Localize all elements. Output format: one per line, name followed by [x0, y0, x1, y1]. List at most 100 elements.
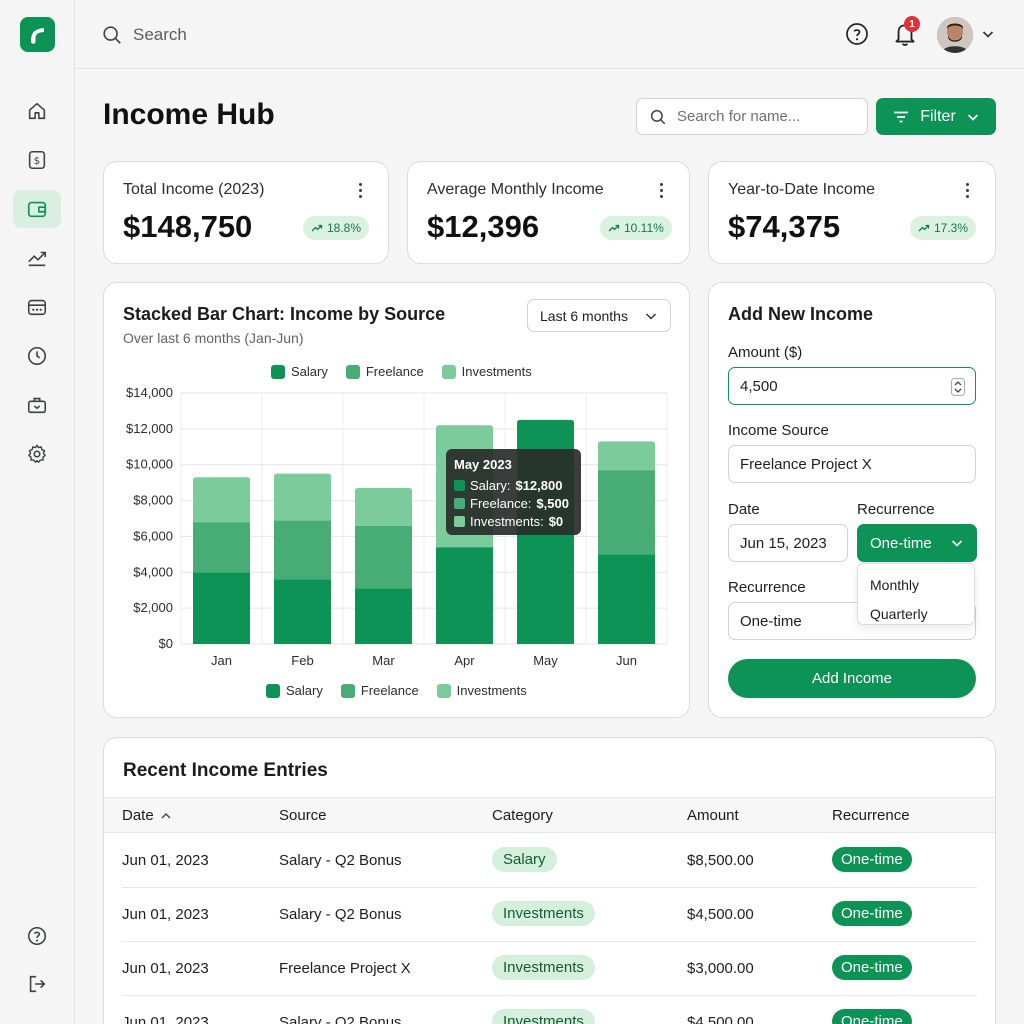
more-vertical-icon[interactable]: [651, 180, 671, 200]
source-label: Income Source: [728, 422, 829, 439]
notification-badge: 1: [904, 16, 920, 32]
tooltip-row-investments: Investments: $0: [454, 512, 573, 530]
page-title: Income Hub: [103, 98, 275, 131]
stat-card-average: Average Monthly Income $12,396 10.11%: [407, 161, 690, 264]
column-header-date[interactable]: Date: [122, 807, 172, 824]
wallet-icon: [27, 201, 47, 218]
bar-segment-freelance: [598, 470, 655, 555]
nav-income[interactable]: $: [13, 141, 61, 179]
nav-calendar[interactable]: [13, 288, 61, 326]
search-icon: [103, 26, 121, 44]
nav-home[interactable]: [13, 92, 61, 130]
form-title: Add New Income: [728, 304, 874, 324]
table-title: Recent Income Entries: [123, 760, 328, 781]
home-icon: [28, 102, 46, 120]
nav-settings[interactable]: [13, 435, 61, 473]
column-header-source[interactable]: Source: [279, 807, 327, 824]
legend-label: Salary: [286, 683, 323, 698]
trend-badge: 18.8%: [303, 216, 370, 240]
column-header-recurrence[interactable]: Recurrence: [832, 807, 910, 824]
tooltip-title: May 2023: [454, 457, 512, 472]
gear-icon: [28, 444, 46, 463]
help-circle-icon[interactable]: [845, 22, 869, 46]
legend-item-investments[interactable]: Investments: [436, 683, 527, 698]
source-value: Freelance Project X: [740, 455, 872, 473]
search-icon: [650, 109, 666, 124]
nav-logout[interactable]: [13, 965, 61, 1003]
cell-source: Salary - Q2 Bonus: [279, 852, 402, 869]
calendar-icon: [27, 299, 47, 316]
svg-text:$: $: [34, 156, 40, 167]
trend-up-icon: [918, 224, 930, 232]
filter-label: Filter: [920, 107, 956, 125]
source-field[interactable]: Freelance Project X: [728, 445, 976, 483]
category-badge: Salary: [492, 847, 557, 872]
trend-up-icon: [608, 224, 620, 232]
x-tick-label: Jan: [211, 653, 232, 668]
amount-label: Amount ($): [728, 344, 803, 361]
cell-date: Jun 01, 2023: [122, 1014, 209, 1024]
stat-card-ytd: Year-to-Date Income $74,375 17.3%: [708, 161, 996, 264]
trend-icon: [28, 251, 47, 267]
table-row[interactable]: Jun 01, 2023 Freelance Project X Investm…: [122, 942, 977, 996]
app-logo[interactable]: [20, 17, 55, 52]
legend-swatch: [266, 683, 280, 698]
more-vertical-icon[interactable]: [350, 180, 370, 200]
category-badge: Investments: [492, 955, 595, 980]
bar-segment-freelance: [193, 522, 250, 573]
y-tick-label: $14,000: [126, 385, 173, 400]
nav-wallet[interactable]: [13, 190, 61, 228]
legend-item-freelance[interactable]: Freelance: [340, 683, 419, 698]
column-header-amount[interactable]: Amount: [687, 807, 739, 824]
bar-segment-salary: [193, 572, 250, 644]
stat-title: Year-to-Date Income: [728, 181, 876, 198]
stepper-icon[interactable]: [951, 378, 965, 396]
trend-value: 18.8%: [327, 221, 362, 235]
y-tick-label: $0: [159, 636, 173, 651]
chevron-down-icon[interactable]: [981, 27, 995, 41]
nav-portfolio[interactable]: [13, 386, 61, 424]
table-row[interactable]: Jun 01, 2023 Salary - Q2 Bonus Investmen…: [122, 888, 977, 942]
trend-value: 17.3%: [934, 221, 969, 235]
recurrence-badge: One-time: [832, 901, 912, 926]
legend-swatch: [340, 683, 355, 698]
name-search-input[interactable]: [677, 108, 857, 125]
cell-amount: $8,500.00: [687, 852, 754, 869]
y-tick-label: $10,000: [126, 457, 173, 472]
date-label: Date: [728, 501, 760, 518]
tooltip-row-freelance: Freelance: $,500: [454, 494, 573, 512]
recurrence-value-2: One-time: [740, 612, 802, 630]
name-search[interactable]: [636, 98, 868, 135]
table-row[interactable]: Jun 01, 2023 Salary - Q2 Bonus Salary $8…: [122, 834, 977, 888]
y-tick-label: $4,000: [133, 564, 173, 579]
dropdown-option-monthly[interactable]: Monthly: [858, 570, 974, 599]
amount-field[interactable]: 4,500: [728, 367, 976, 405]
recurrence-label-2: Recurrence: [728, 579, 806, 596]
bar-segment-freelance: [274, 520, 331, 580]
trend-badge: 10.11%: [600, 216, 672, 240]
recent-entries-card: Recent Income Entries Date Source Catego…: [103, 737, 996, 1024]
legend-swatch: [436, 683, 451, 698]
y-tick-label: $12,000: [126, 421, 173, 436]
legend-item-salary[interactable]: Salary: [266, 683, 323, 698]
clock-icon: [27, 346, 47, 366]
date-field[interactable]: Jun 15, 2023: [728, 524, 848, 562]
filter-button[interactable]: Filter: [876, 98, 996, 135]
global-search[interactable]: Search: [101, 22, 187, 48]
briefcase-icon: [27, 397, 47, 414]
x-tick-label: Mar: [372, 653, 395, 668]
column-header-category[interactable]: Category: [492, 807, 553, 824]
x-tick-label: Jun: [616, 653, 637, 668]
bar-segment-salary: [436, 547, 493, 644]
avatar[interactable]: [937, 17, 973, 53]
table-row[interactable]: Jun 01, 2023 Salary - Q2 Bonus Investmen…: [122, 996, 977, 1024]
recurrence-badge: One-time: [832, 847, 912, 872]
sidebar: $: [0, 0, 75, 1024]
nav-trends[interactable]: [13, 239, 61, 277]
dropdown-option-quarterly[interactable]: Quarterly: [858, 599, 974, 628]
more-vertical-icon[interactable]: [957, 180, 977, 200]
add-income-button[interactable]: Add Income: [728, 659, 976, 698]
recurrence-select[interactable]: One-time: [857, 524, 977, 562]
nav-history[interactable]: [13, 337, 61, 375]
nav-help[interactable]: [13, 917, 61, 955]
